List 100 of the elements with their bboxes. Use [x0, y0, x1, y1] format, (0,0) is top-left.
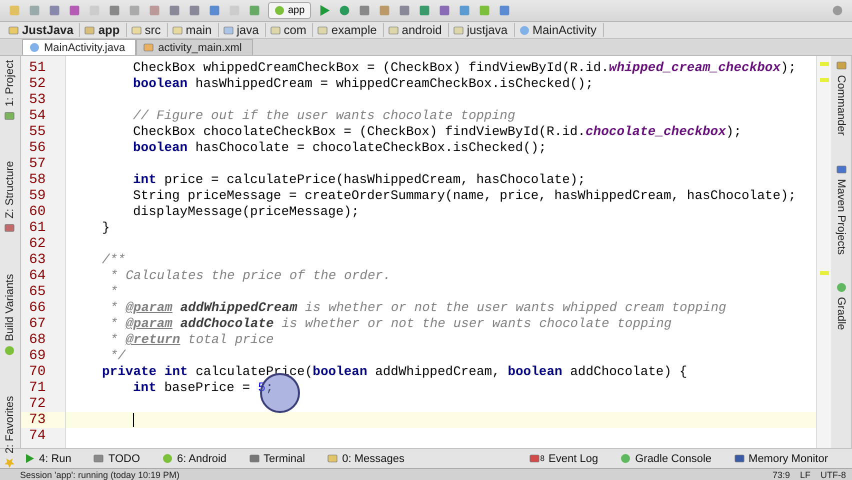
breadcrumb-item[interactable]: android	[388, 23, 449, 37]
toolbar-icon[interactable]	[28, 4, 41, 17]
run-icon[interactable]	[318, 4, 331, 17]
breadcrumb-item[interactable]: MainActivity	[518, 23, 604, 37]
code-comment: /**	[102, 252, 126, 268]
cursor-position[interactable]: 73:9	[772, 470, 790, 480]
editor-tab[interactable]: activity_main.xml	[136, 39, 253, 55]
code-line: boolean hasWhippedCream = whippedCreamCheckBox.isChecked();	[133, 76, 594, 92]
code-line: String priceMessage = createOrderSummary(name, price, hasWhippedCream, hasChocolate);	[133, 188, 796, 204]
line-separator[interactable]: LF	[800, 470, 810, 480]
text-caret	[133, 413, 134, 427]
tool-window-button[interactable]: Gradle Console	[620, 452, 712, 464]
code-comment: // Figure out if the user wants chocolate topping	[133, 108, 516, 124]
tool-window-button[interactable]: 4: Run	[24, 452, 72, 464]
warning-marker	[820, 271, 829, 275]
warning-marker	[820, 78, 829, 82]
tool-window-button[interactable]: 6: Android	[162, 452, 227, 464]
code-comment: * @return total price	[110, 332, 274, 348]
code-line: CheckBox whippedCreamCheckBox = (CheckBox) findViewById(R.id.whipped_cream_checkbox);	[133, 60, 796, 76]
toolbar-icon[interactable]	[438, 4, 451, 17]
toolbar-icon[interactable]	[128, 4, 141, 17]
tool-window-button[interactable]: Gradle	[835, 282, 847, 330]
event-count-label: 8	[540, 454, 545, 463]
toolbar-icon[interactable]	[358, 4, 371, 17]
line-number: 74	[28, 428, 47, 444]
line-number: 73	[21, 412, 65, 428]
toolbar-icon[interactable]	[248, 4, 261, 17]
line-number: 60	[28, 204, 47, 220]
breadcrumb-item[interactable]: justjava	[452, 23, 514, 37]
tool-window-button[interactable]: Z: Structure	[4, 161, 16, 234]
tool-window-button[interactable]: Terminal	[248, 452, 306, 464]
toolbar-icon[interactable]	[498, 4, 511, 17]
breadcrumb-item[interactable]: java	[222, 23, 266, 37]
code-comment: */	[110, 348, 126, 364]
line-number: 72	[28, 396, 47, 412]
code-line: CheckBox chocolateCheckBox = (CheckBox) findViewById(R.id.chocolate_checkbox);	[133, 124, 742, 140]
line-number: 68	[28, 332, 47, 348]
code-comment: * Calculates the price of the order.	[110, 268, 391, 284]
toolbar-icon[interactable]	[168, 4, 181, 17]
code-comment: *	[110, 284, 118, 300]
status-message: Session 'app': running (today 10:19 PM)	[20, 470, 180, 480]
toolbar-icon[interactable]	[48, 4, 61, 17]
line-number: 52	[28, 76, 47, 92]
line-number: 54	[28, 108, 47, 124]
line-number: 59	[28, 188, 47, 204]
toolbar-icon[interactable]	[458, 4, 471, 17]
toolbar-icon[interactable]	[378, 4, 391, 17]
toolbar-icon[interactable]	[398, 4, 411, 17]
code-line: }	[102, 220, 110, 236]
line-number: 67	[28, 316, 47, 332]
breadcrumb-item[interactable]: src	[130, 23, 168, 37]
line-number: 51	[28, 60, 47, 76]
toolbar-icon[interactable]	[208, 4, 221, 17]
line-number: 69	[28, 348, 47, 364]
tool-window-button[interactable]: 8 Event Log	[529, 452, 598, 464]
line-number: 61	[28, 220, 47, 236]
line-number: 63	[28, 252, 47, 268]
toolbar-icon[interactable]	[418, 4, 431, 17]
line-number: 64	[28, 268, 47, 284]
breadcrumb-item[interactable]: example	[317, 23, 384, 37]
toolbar-icon[interactable]	[108, 4, 121, 17]
run-icon	[24, 453, 35, 464]
tool-window-button[interactable]: Build Variants	[4, 274, 16, 356]
code-comment: * @param addWhippedCream is whether or not the user wants whipped cream topping	[110, 300, 726, 316]
toolbar-icon[interactable]	[478, 4, 491, 17]
line-number: 55	[28, 124, 47, 140]
run-configuration-dropdown[interactable]: app	[268, 2, 311, 19]
editor-tab[interactable]: MainActivity.java	[22, 39, 136, 55]
code-line: boolean hasChocolate = chocolateCheckBox.isChecked();	[133, 140, 546, 156]
toolbar-icon[interactable]	[68, 4, 81, 17]
line-number: 57	[28, 156, 47, 172]
toolbar-icon[interactable]	[188, 4, 201, 17]
toolbar-icon[interactable]	[8, 4, 21, 17]
line-number: 65	[28, 284, 47, 300]
breadcrumb-item[interactable]: com	[270, 23, 314, 37]
line-number: 71	[28, 380, 47, 396]
toolbar-icon[interactable]	[148, 4, 161, 17]
tool-window-button[interactable]: 2: Favorites	[4, 396, 16, 468]
code-line: displayMessage(priceMessage);	[133, 204, 360, 220]
tool-window-button[interactable]: Maven Projects	[835, 164, 847, 254]
line-number: 70	[28, 364, 47, 380]
code-line: int price = calculatePrice(hasWhippedCream, hasChocolate);	[133, 172, 586, 188]
tool-window-button[interactable]: TODO	[93, 452, 140, 464]
file-encoding[interactable]: UTF-8	[820, 470, 846, 480]
code-comment: * @param addChocolate is whether or not the user wants chocolate topping	[110, 316, 672, 332]
tool-window-button[interactable]: 0: Messages	[327, 452, 404, 464]
warning-marker	[820, 62, 829, 66]
line-number: 62	[28, 236, 47, 252]
code-line: private int calculatePrice(boolean addWhippedCream, boolean addChocolate) {	[102, 364, 688, 380]
line-number: 53	[28, 92, 47, 108]
breadcrumb-item[interactable]: app	[84, 23, 127, 37]
breadcrumb-item[interactable]: JustJava	[8, 23, 80, 37]
line-number: 56	[28, 140, 47, 156]
line-number: 66	[28, 300, 47, 316]
tool-window-button[interactable]: Memory Monitor	[734, 452, 828, 464]
star-icon	[4, 457, 16, 468]
breadcrumb-item[interactable]: main	[172, 23, 219, 37]
tool-window-button[interactable]: 1: Project	[4, 60, 16, 122]
tool-window-button[interactable]: Commander	[835, 60, 847, 136]
line-number: 58	[28, 172, 47, 188]
